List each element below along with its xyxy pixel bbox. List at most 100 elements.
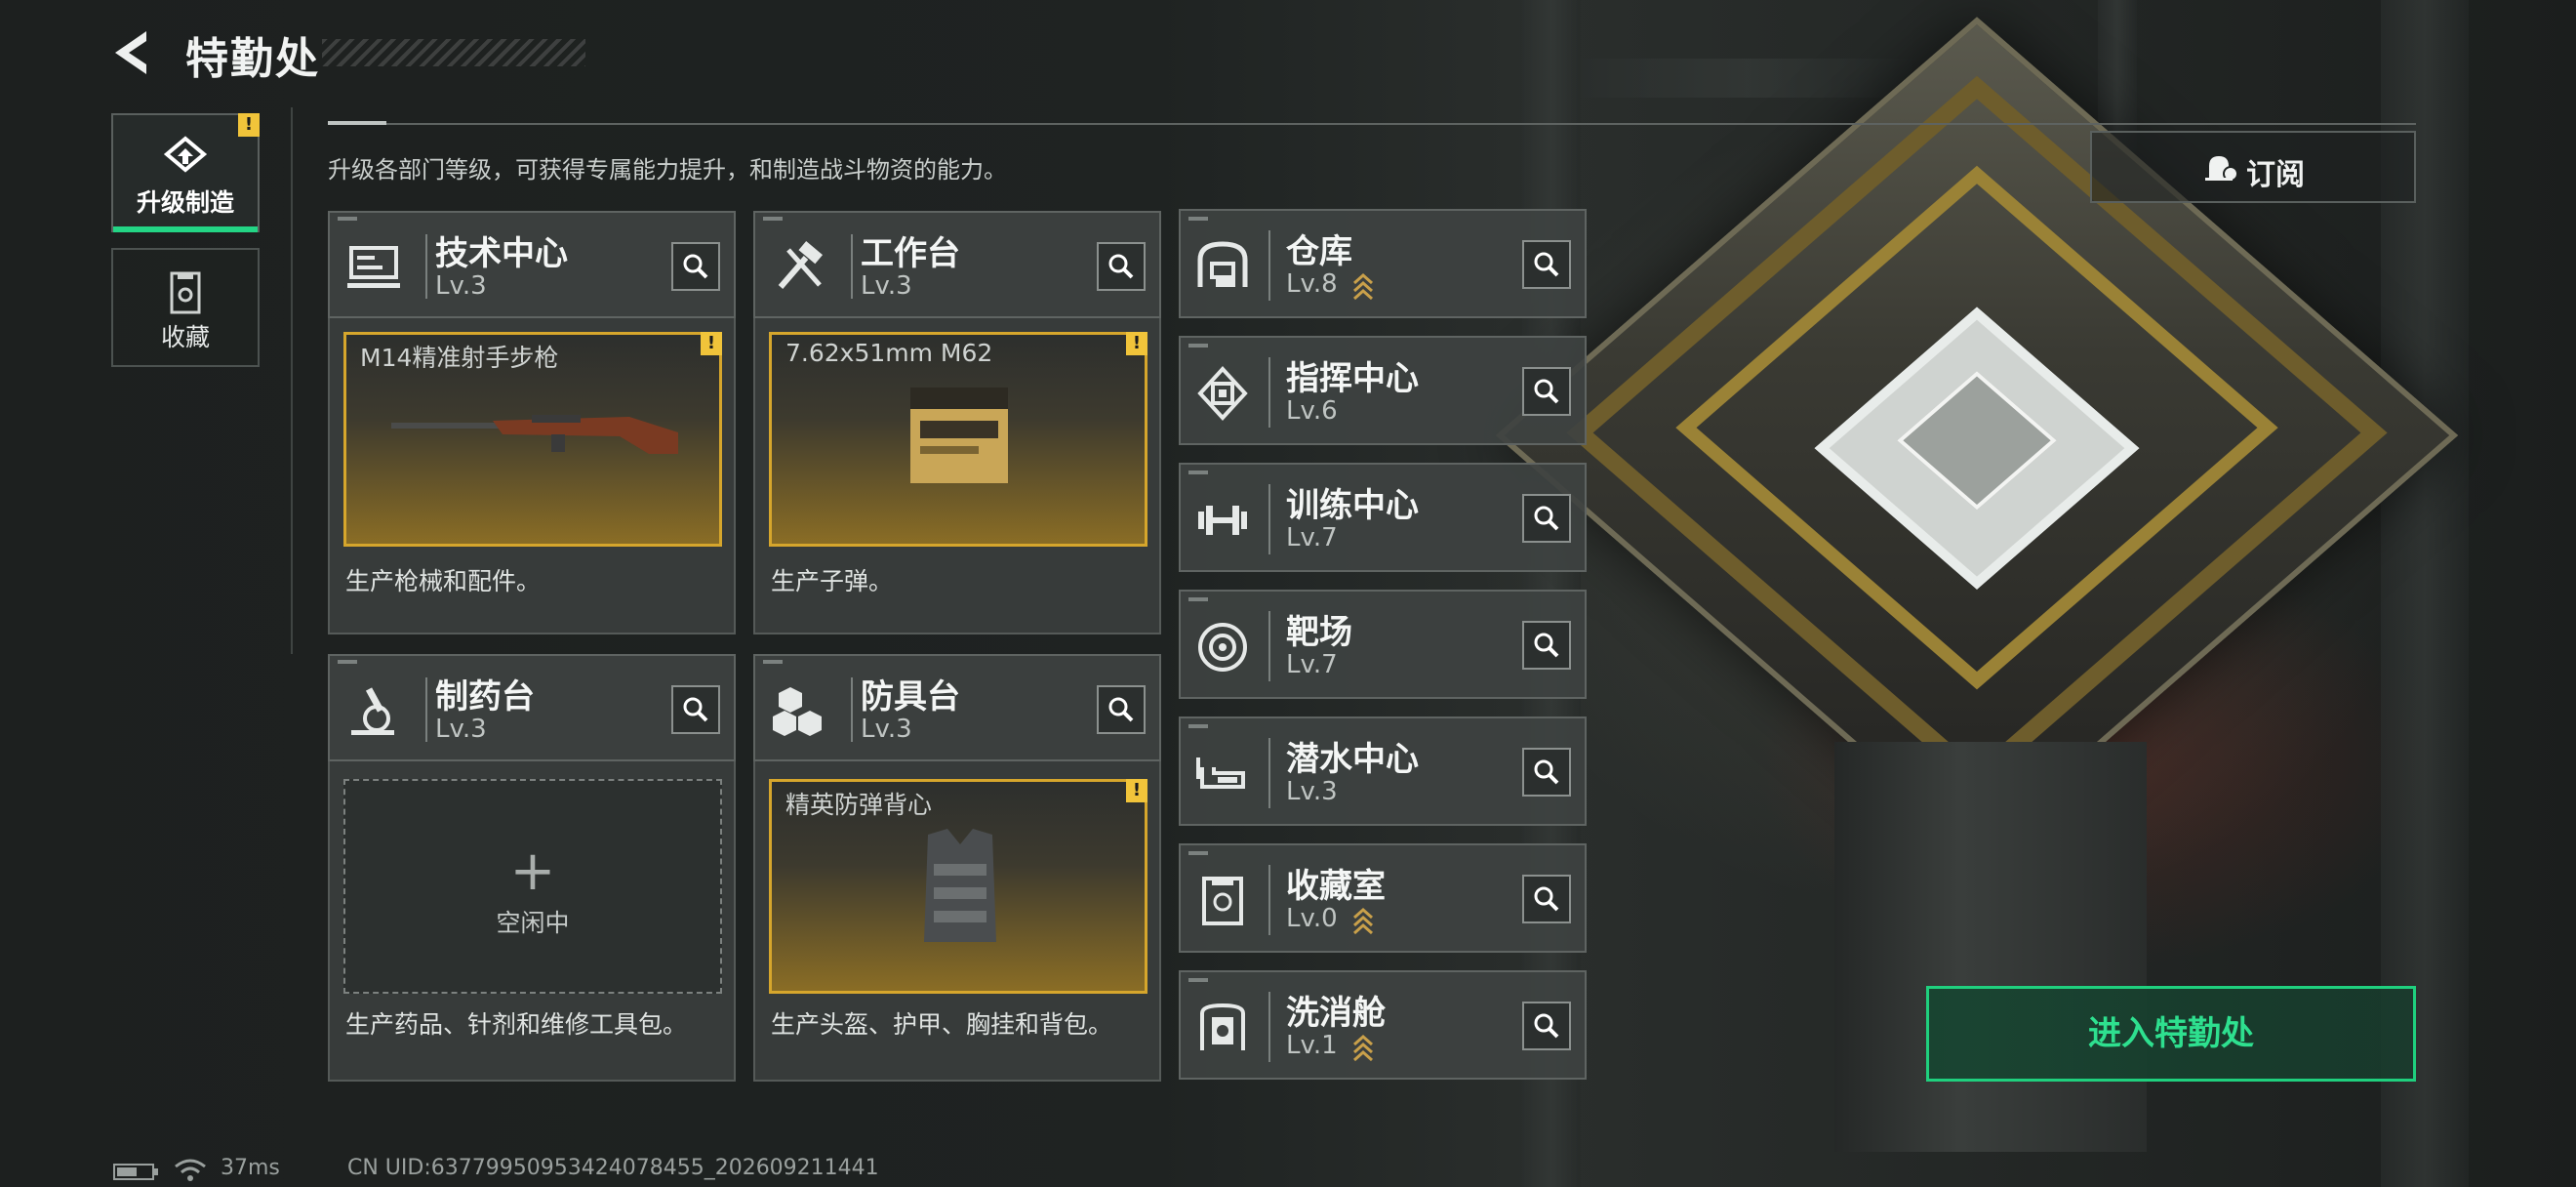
alert-badge: ! (701, 332, 722, 355)
magnifier-icon (1534, 506, 1559, 531)
warehouse-icon (1197, 241, 1248, 287)
facility-name: 指挥中心 (1286, 359, 1419, 398)
collection-cabinet-icon (1202, 877, 1243, 925)
facility-name: 训练中心 (1286, 486, 1419, 525)
department-header-tech-center[interactable]: 技术中心 Lv.3 (328, 211, 736, 318)
facility-shooting-range[interactable]: 靶场 Lv.7 (1179, 590, 1587, 699)
command-chip-icon (1197, 366, 1248, 421)
header-divider (328, 123, 2416, 125)
facility-name: 洗消舱 (1286, 994, 1386, 1033)
production-slot[interactable]: 精英防弹背心 ! (769, 779, 1147, 994)
inspect-button[interactable] (1522, 875, 1571, 923)
pedestal-artwork (1834, 742, 2147, 1152)
alert-badge: ! (238, 113, 260, 137)
department-body-tech-center: M14精准射手步枪 ! 生产枪械和配件。 (328, 318, 736, 634)
magnifier-icon (1534, 379, 1559, 404)
collection-icon (170, 271, 201, 314)
upgrade-available-icon (1353, 907, 1373, 935)
department-name: 工作台 (861, 234, 960, 273)
upgrade-available-icon (1353, 1034, 1373, 1062)
tech-center-icon (347, 246, 400, 288)
facility-decontamination-pod[interactable]: 洗消舱 Lv.1 (1179, 970, 1587, 1080)
department-description: 生产子弹。 (771, 567, 894, 595)
inspect-button[interactable] (671, 242, 720, 291)
inspect-button[interactable] (1522, 621, 1571, 670)
tab-upgrade-manufacture[interactable]: 升级制造 ! (111, 113, 260, 232)
facility-level: Lv.1 (1286, 1031, 1338, 1060)
armor-vest-image (924, 829, 996, 942)
facility-diving-center[interactable]: 潜水中心 Lv.3 (1179, 716, 1587, 826)
facility-level: Lv.8 (1286, 269, 1338, 299)
department-body-pharmacy: + 空闲中 生产药品、针剂和维修工具包。 (328, 761, 736, 1082)
magnifier-icon (1534, 1013, 1559, 1039)
ammo-box-image (910, 388, 1008, 483)
magnifier-icon (1534, 886, 1559, 912)
inspect-button[interactable] (1097, 242, 1146, 291)
magnifier-icon (1534, 633, 1559, 658)
facility-training-center[interactable]: 训练中心 Lv.7 (1179, 463, 1587, 572)
bell-icon (2205, 156, 2238, 182)
facility-level: Lv.6 (1286, 396, 1338, 426)
inspect-button[interactable] (1522, 494, 1571, 543)
add-icon: + (509, 839, 556, 903)
page-subtitle: 升级各部门等级，可获得专属能力提升，和制造战斗物资的能力。 (328, 156, 1007, 184)
magnifier-icon (683, 697, 708, 722)
facility-name: 潜水中心 (1286, 740, 1419, 779)
department-description: 生产药品、针剂和维修工具包。 (345, 1010, 688, 1039)
inspect-button[interactable] (1522, 240, 1571, 289)
diving-mask-icon (1196, 757, 1245, 789)
department-header-armor-bench[interactable]: 防具台 Lv.3 (753, 654, 1161, 761)
facility-warehouse[interactable]: 仓库 Lv.8 (1179, 209, 1587, 318)
back-button[interactable] (107, 27, 156, 78)
inspect-button[interactable] (1522, 748, 1571, 797)
enter-special-ops-button[interactable]: 进入特勤处 (1926, 986, 2416, 1082)
dumbbell-icon (1198, 506, 1247, 535)
facility-name: 靶场 (1286, 613, 1352, 652)
rifle-image (391, 415, 678, 454)
title-stripe-decoration (322, 39, 585, 66)
department-level: Lv.3 (861, 271, 912, 301)
production-slot[interactable]: 7.62x51mm M62 ! (769, 332, 1147, 547)
subscribe-button[interactable]: 订阅 (2090, 131, 2416, 203)
facility-level: Lv.0 (1286, 904, 1338, 933)
battery-icon (113, 1164, 158, 1180)
tab-label: 升级制造 (136, 188, 234, 217)
target-icon (1198, 623, 1247, 672)
upgrade-available-icon (1353, 272, 1373, 301)
slot-item-name: 7.62x51mm M62 (785, 339, 993, 367)
department-body-workbench: 7.62x51mm M62 ! 生产子弹。 (753, 318, 1161, 634)
department-name: 防具台 (861, 677, 960, 716)
inspect-button[interactable] (1097, 685, 1146, 734)
magnifier-icon (1108, 254, 1134, 279)
magnifier-icon (1534, 252, 1559, 277)
decontamination-icon (1200, 1003, 1245, 1050)
empty-production-slot[interactable]: + 空闲中 (343, 779, 722, 994)
department-body-armor-bench: 精英防弹背心 ! 生产头盔、护甲、胸挂和背包。 (753, 761, 1161, 1082)
tab-active-indicator (113, 226, 258, 232)
upgrade-manufacture-icon (163, 136, 208, 173)
inspect-button[interactable] (1522, 367, 1571, 416)
department-name: 技术中心 (435, 234, 568, 273)
back-arrow-icon (115, 31, 146, 74)
tab-collection[interactable]: 收藏 (111, 248, 260, 367)
inspect-button[interactable] (1522, 1002, 1571, 1050)
magnifier-icon (1108, 697, 1134, 722)
facility-level: Lv.7 (1286, 523, 1338, 553)
facility-command-center[interactable]: 指挥中心 Lv.6 (1179, 336, 1587, 445)
alert-badge: ! (1126, 332, 1147, 355)
department-name: 制药台 (435, 677, 535, 716)
facility-name: 收藏室 (1286, 867, 1386, 906)
department-description: 生产枪械和配件。 (345, 567, 542, 595)
microscope-icon (351, 687, 394, 735)
slot-item-name: 精英防弹背心 (785, 791, 933, 819)
wifi-icon (175, 1159, 206, 1181)
production-slot[interactable]: M14精准射手步枪 ! (343, 332, 722, 547)
facility-name: 仓库 (1286, 232, 1352, 271)
slot-item-name: M14精准射手步枪 (360, 344, 559, 372)
facility-collection-room[interactable]: 收藏室 Lv.0 (1179, 843, 1587, 953)
department-header-workbench[interactable]: 工作台 Lv.3 (753, 211, 1161, 318)
user-uid: CN UID:637799509534240784​55_20260921144… (347, 1156, 879, 1180)
department-description: 生产头盔、护甲、胸挂和背包。 (771, 1010, 1113, 1039)
department-header-pharmacy[interactable]: 制药台 Lv.3 (328, 654, 736, 761)
inspect-button[interactable] (671, 685, 720, 734)
